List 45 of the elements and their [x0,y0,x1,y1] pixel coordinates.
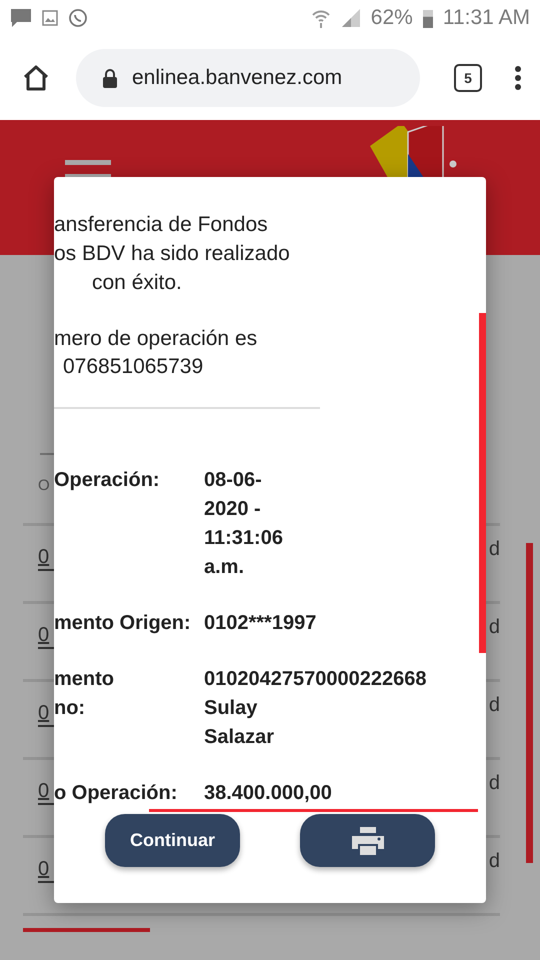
operation-link[interactable]: 0 [38,858,50,881]
print-button[interactable] [300,814,435,867]
detail-value: 01020427570000222668 [204,667,426,692]
operation-number-text: mero de operación es [54,326,258,352]
battery-icon [422,8,433,28]
message-text: os BDV ha sido realizado [54,241,290,267]
message-text: ansferencia de Fondos [54,212,268,238]
detail-label: no: [54,696,86,721]
table-cell: d [488,772,500,795]
detail-value: Salazar [204,725,274,750]
printer-icon [352,826,384,854]
detail-value: a.m. [204,555,244,580]
wifi-icon [310,8,331,28]
message-text: con éxito. [92,270,182,296]
menu-icon[interactable] [514,65,522,91]
detail-label: o Operación: [54,781,178,806]
operation-number-text: 076851065739 [63,354,204,380]
detail-label: mento Origen: [54,611,191,636]
detail-value: 11:31:06 [204,526,283,551]
operation-link[interactable]: 0 [38,702,50,725]
message-icon [10,8,32,28]
operation-link[interactable]: 0 [38,780,50,803]
signal-icon [340,8,361,28]
detail-value: 0102***1997 [204,611,316,636]
detail-value: 08-06- [204,468,262,493]
detail-value: 38.400.000,00 [204,781,332,806]
detail-label: Operación: [54,468,160,493]
image-icon [42,10,58,26]
table-cell: d [488,850,500,873]
lock-icon [102,68,118,88]
detail-label: mento [54,667,114,692]
operation-link[interactable]: 0 [38,624,50,647]
continue-button[interactable]: Continuar [105,814,240,867]
page-subheading: O [38,477,50,494]
battery-percentage: 62% [370,6,413,30]
table-cell: d [488,616,500,639]
detail-value: 2020 - [204,497,261,522]
tab-count-button[interactable]: 5 [454,64,482,92]
detail-value: Sulay [204,696,258,721]
operation-link[interactable]: 0 [38,546,50,569]
table-cell: d [488,538,500,561]
table-cell: d [488,694,500,717]
address-bar[interactable]: enlinea.banvenez.com [76,49,420,107]
home-icon[interactable] [22,64,50,92]
clock-time: 11:31 AM [442,6,530,30]
